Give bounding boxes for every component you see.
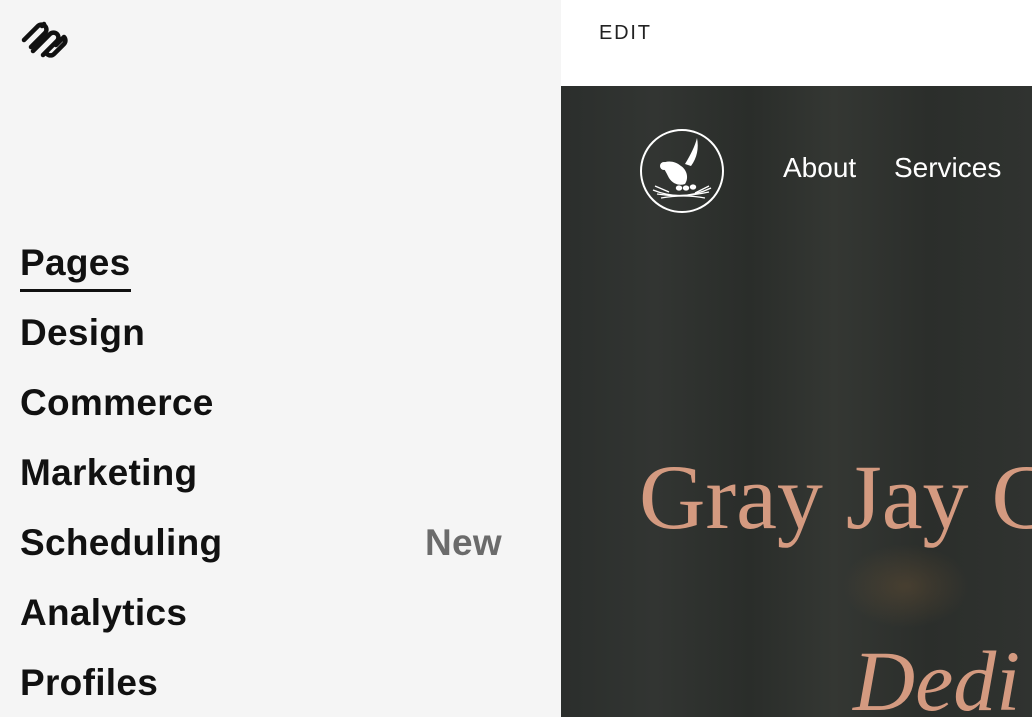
sidebar-item-label: Analytics	[20, 592, 188, 633]
sidebar-item-label: Scheduling	[20, 522, 223, 563]
site-nav: About Services	[783, 152, 1031, 184]
squarespace-logo-icon[interactable]	[20, 18, 70, 60]
sidebar: Pages Design Commerce Marketing Scheduli…	[0, 0, 561, 717]
site-preview[interactable]: About Services Gray Jay C Dedi	[561, 86, 1032, 717]
sidebar-item-marketing[interactable]: Marketing	[20, 448, 510, 518]
sidebar-item-commerce[interactable]: Commerce	[20, 378, 510, 448]
sidebar-item-profiles[interactable]: Profiles	[20, 658, 510, 717]
hero-title: Gray Jay C	[639, 446, 1032, 548]
sidebar-item-analytics[interactable]: Analytics	[20, 588, 510, 658]
main-nav: Pages Design Commerce Marketing Scheduli…	[20, 238, 510, 717]
app-window: Pages Design Commerce Marketing Scheduli…	[0, 0, 1032, 717]
site-nav-about[interactable]: About	[783, 152, 856, 184]
edit-button[interactable]: EDIT	[599, 22, 652, 45]
sidebar-item-label: Marketing	[20, 452, 198, 493]
sidebar-item-label: Profiles	[20, 662, 159, 703]
hero-subtitle: Dedi	[853, 633, 1021, 717]
sidebar-item-design[interactable]: Design	[20, 308, 510, 378]
bird-nest-logo-icon[interactable]	[639, 128, 725, 214]
sidebar-item-scheduling[interactable]: Scheduling New	[20, 518, 510, 588]
site-preview-panel: EDIT About Services Gray Jay C Dedi	[561, 0, 1032, 717]
site-nav-services[interactable]: Services	[894, 152, 1001, 184]
sidebar-item-label: Design	[20, 312, 146, 353]
sidebar-item-label: Commerce	[20, 382, 214, 423]
sidebar-item-label: Pages	[20, 238, 131, 292]
sidebar-item-pages[interactable]: Pages	[20, 238, 510, 308]
preview-toolbar: EDIT	[561, 0, 1032, 86]
new-badge: New	[425, 522, 502, 563]
